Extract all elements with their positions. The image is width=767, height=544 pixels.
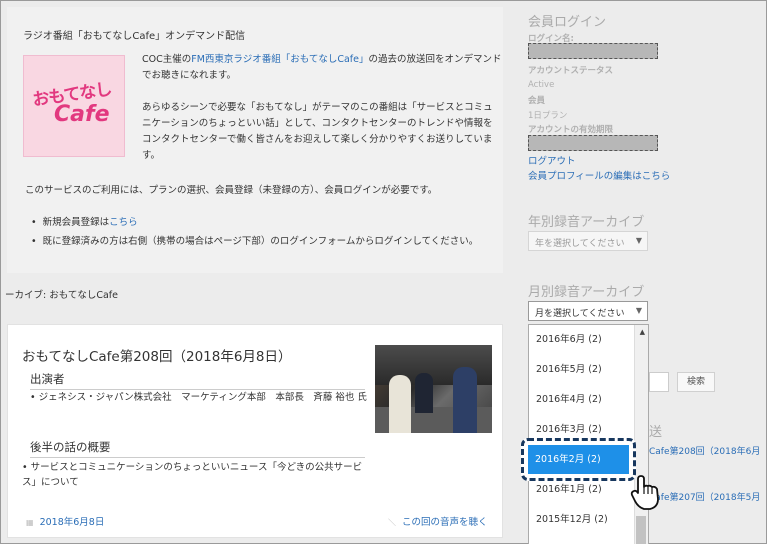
scroll-up-icon: ▲ [639,328,645,336]
bullet-login: 既に登録済みの方は右側（携帯の場合はページ下部）のログインフォームからログインし… [31,233,479,247]
sidebar: 会員ログイン ログイン名: アカウントステータス Active 会員 1日プラン… [521,1,767,544]
month-select[interactable]: 月を選択してください ▼ [528,301,648,321]
dropdown-scrollbar[interactable]: ▲ [634,325,648,544]
radio-program-link[interactable]: FM西東京ラジオ番組「おもてなしCafe」 [191,54,368,65]
section-heading-guests: 出演者 [30,371,365,390]
guest-item: • ジェネシス・ジャパン株式会社 マーケティング本部 本部長 斉藤 裕也 氏 [30,392,367,403]
search-input[interactable] [649,372,669,392]
hand-pointer-icon [630,475,659,510]
recent-post-link-1[interactable]: Cafe第208回（2018年6月 [649,444,760,457]
article-title[interactable]: おもてなしCafe第208回（2018年6月8日） [22,345,292,365]
listen-link[interactable]: ＼ この回の音声を聴く [388,514,488,528]
dropdown-arrow-icon: ▼ [635,236,642,245]
intro-title: ラジオ番組「おもてなしCafe」オンデマンド配信 [23,31,246,42]
intro-paragraph-2: あらゆるシーンで必要な「おもてなし」がテーマのこの番組は「サービスとコミュニケー… [142,102,493,161]
member-label: 会員 [528,96,546,106]
redacted-expiry [528,135,658,151]
edit-profile-link[interactable]: 会員プロフィールの編集はこちら [528,168,670,182]
redacted-login-name [528,43,658,59]
plan-value: 1日プラン [528,111,568,121]
register-link[interactable]: こちら [109,217,138,228]
intro-paragraph-1: COC主催のFM西東京ラジオ番組「おもてなしCafe」の過去の放送回をオンデマン… [142,54,502,81]
logout-link[interactable]: ログアウト [528,153,576,167]
expiry-label: アカウントの有効期限 [528,125,614,135]
article-card: おもてなしCafe第208回（2018年6月8日） 出演者 • ジェネシス・ジャ… [7,324,503,538]
dropdown-arrow-icon: ▼ [635,306,642,315]
logo-text-2: Cafe [54,102,110,127]
article-date[interactable]: ▦ 2018年6月8日 [26,514,104,528]
intro-box: ラジオ番組「おもてなしCafe」オンデマンド配信 おもてなし Cafe COC主… [7,7,503,273]
month-option-selected[interactable]: 2016年2月 (2) [528,445,629,474]
month-archive-heading: 月別録音アーカイブ [528,285,645,300]
recent-heading-fragment: 送 [649,425,663,440]
month-option[interactable]: 2016年5月 (2) [529,355,633,385]
intro-paragraph-3: このサービスのご利用には、プランの選択、会員登録（未登録の方）、会員ログインが必… [25,185,438,196]
highlighted-option-frame: 2016年2月 (2) [521,438,636,481]
account-status-value: Active [528,80,555,90]
month-option[interactable]: 2015年12月 (2) [529,505,633,535]
breadcrumb: ーカイブ: おもてなしCafe [5,290,118,301]
account-status-label: アカウントステータス [528,66,614,76]
page: ラジオ番組「おもてなしCafe」オンデマンド配信 おもてなし Cafe COC主… [0,0,767,544]
cafe-logo: おもてなし Cafe [23,55,125,157]
month-option[interactable]: 2016年4月 (2) [529,385,633,415]
year-select[interactable]: 年を選択してください ▼ [528,231,648,251]
headphones-icon: ＼ [388,518,396,527]
summary-item: • サービスとコミュニケーションのちょっといいニュース「今どきの公共サービス」に… [22,462,363,488]
year-archive-heading: 年別録音アーカイブ [528,215,645,230]
section-heading-summary: 後半の話の概要 [30,439,365,458]
bullet-register: 新規会員登録はこちら [31,214,138,228]
login-heading: 会員ログイン [528,15,607,30]
article-photo [375,345,492,433]
scroll-thumb[interactable] [636,516,646,544]
search-button[interactable]: 検索 [677,372,715,392]
calendar-icon: ▦ [26,518,34,527]
month-option[interactable]: 2016年6月 (2) [529,325,633,355]
month-dropdown-list[interactable]: 2016年6月 (2) 2016年5月 (2) 2016年4月 (2) 2016… [528,324,649,544]
